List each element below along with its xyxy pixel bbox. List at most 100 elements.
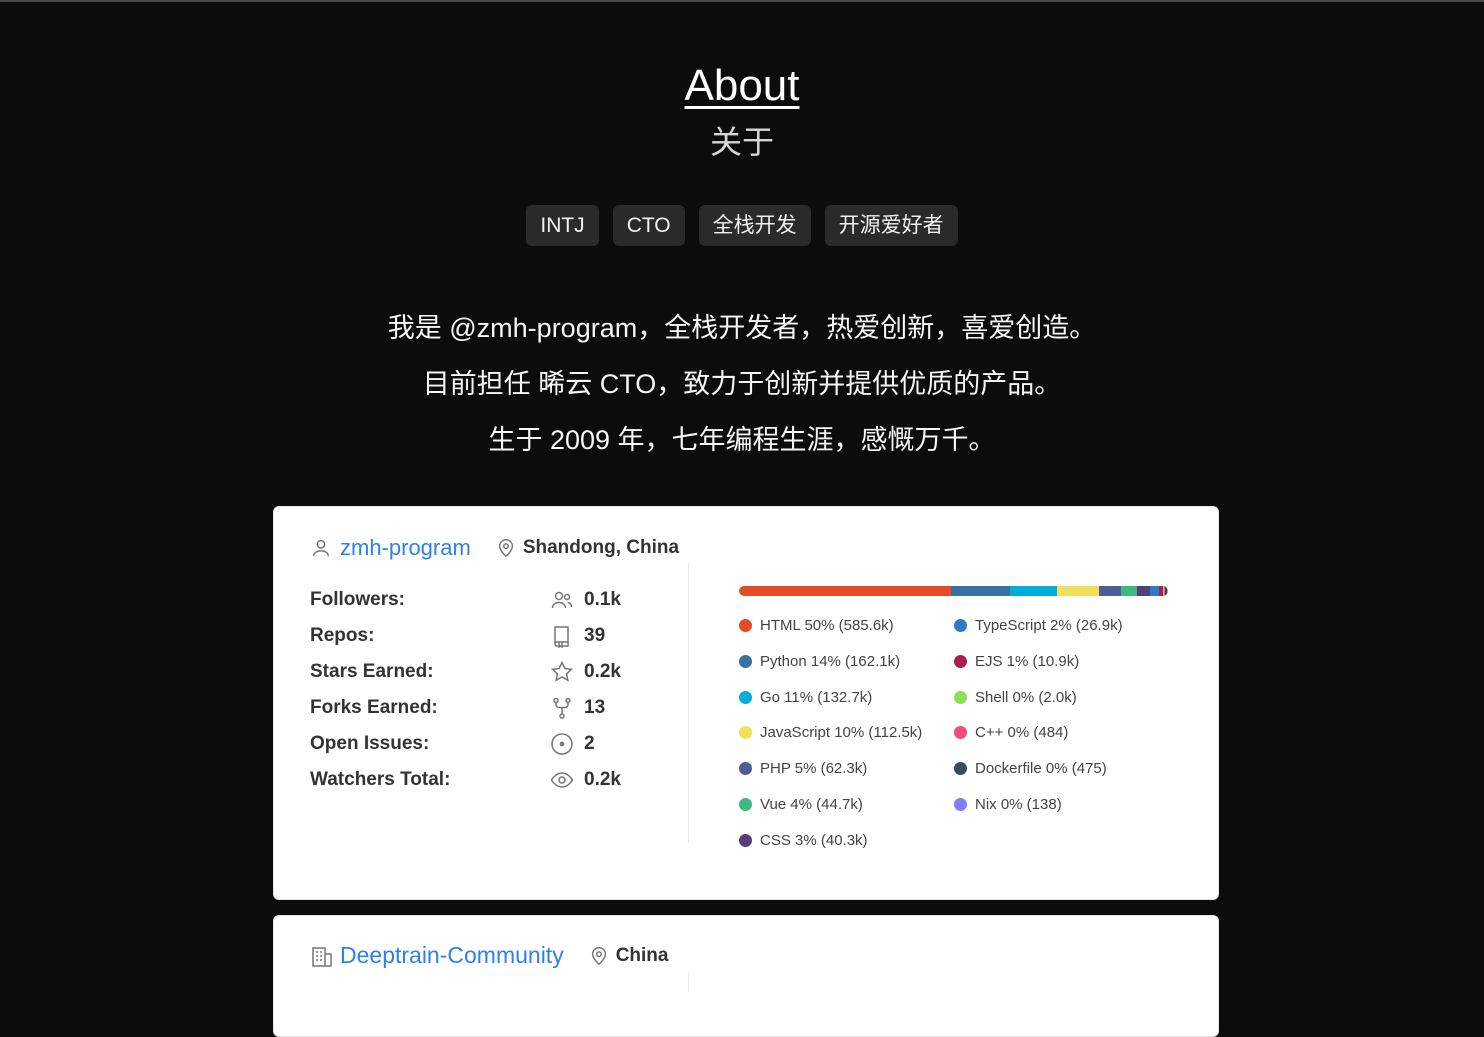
language-bar-segment (1150, 586, 1159, 596)
profile-location: Shandong, China (495, 537, 679, 559)
stat-label: Repos: (310, 625, 375, 646)
stat-value: 0.1k (584, 589, 621, 610)
intro-text: 我是 @zmh-program，全栈开发者，热爱创新，喜爱创造。 目前担任 晞云… (0, 300, 1484, 468)
profile-location-text: Shandong, China (522, 537, 680, 558)
language-legend-item: CSS 3% (40.3k) (739, 832, 868, 849)
language-label: EJS 1% (10.9k) (975, 652, 1080, 670)
github-profile-card: zmh-program Shandong, China Followers: 0… (273, 506, 1219, 900)
page-subtitle: 关于 (709, 124, 774, 160)
language-label: Shell 0% (2.0k) (975, 688, 1077, 706)
language-color-dot (739, 762, 752, 776)
language-color-dot (954, 798, 967, 811)
language-legend-item: TypeScript 2% (26.9k) (954, 617, 1123, 634)
org-location: China (588, 944, 669, 967)
language-bar-segment (1099, 586, 1121, 596)
language-color-dot (954, 619, 967, 632)
language-bar-segment (1137, 586, 1151, 596)
intro-line-2: 目前担任 晞云 CTO，致力于创新并提供优质的产品。 (422, 369, 1062, 399)
card-divider (688, 972, 689, 992)
language-label: Nix 0% (138) (975, 796, 1062, 813)
stat-value: 39 (584, 625, 606, 646)
language-color-dot (739, 833, 752, 847)
tag-cto: CTO (612, 205, 685, 246)
stat-value: 0.2k (584, 661, 621, 682)
language-label: HTML 50% (585.6k) (760, 617, 894, 634)
language-legend-item: Dockerfile 0% (475) (954, 760, 1107, 777)
stat-repos: Repos: 39 (310, 618, 670, 654)
language-color-dot (739, 654, 752, 668)
stat-label: Watchers Total: (310, 769, 451, 790)
language-legend-item: PHP 5% (62.3k) (739, 760, 867, 777)
location-pin-icon (495, 537, 517, 559)
stat-stars: Stars Earned: 0.2k (310, 654, 670, 690)
language-label: C++ 0% (484) (975, 724, 1069, 742)
stat-label: Followers: (310, 589, 406, 610)
stat-label: Forks Earned: (310, 697, 438, 718)
profile-username-link[interactable]: zmh-program (340, 535, 471, 561)
about-header: About 关于 (0, 60, 1484, 162)
stat-issues: Open Issues: 2 (310, 726, 670, 762)
language-label: CSS 3% (40.3k) (760, 831, 868, 849)
org-card: Deeptrain-Community China (273, 915, 1219, 1037)
language-label: Python 14% (162.1k) (760, 652, 901, 670)
language-legend-item: Nix 0% (138) (954, 796, 1062, 813)
stat-label: Stars Earned: (310, 661, 434, 682)
stat-value: 13 (584, 697, 606, 718)
language-bar-segment (1166, 586, 1168, 596)
intro-line-1: 我是 @zmh-program，全栈开发者，热爱创新，喜爱创造。 (387, 313, 1097, 343)
star-icon (550, 660, 574, 684)
stat-followers: Followers: 0.1k (310, 582, 670, 618)
language-legend-item: EJS 1% (10.9k) (954, 653, 1079, 670)
language-label: JavaScript 10% (112.5k) (760, 724, 923, 742)
language-legend-item: Vue 4% (44.7k) (739, 796, 863, 813)
users-icon (550, 588, 574, 612)
language-bar (739, 586, 1168, 596)
language-color-dot (954, 762, 967, 776)
stat-value: 0.2k (584, 769, 621, 790)
card-divider (688, 563, 689, 843)
language-legend-item: C++ 0% (484) (954, 724, 1068, 741)
language-color-dot (739, 690, 752, 704)
language-color-dot (954, 726, 967, 740)
tag-fullstack: 全栈开发 (698, 205, 811, 246)
stat-forks: Forks Earned: 13 (310, 690, 670, 726)
intro-line-3: 生于 2009 年，七年编程生涯，感慨万千。 (488, 425, 996, 455)
tag-intj: INTJ (526, 205, 599, 246)
language-legend-item: JavaScript 10% (112.5k) (739, 724, 922, 741)
language-legend-item: HTML 50% (585.6k) (739, 617, 894, 634)
profile-stats: Followers: 0.1k Repos: 39 Stars Earned: … (310, 582, 670, 798)
language-legend-item: Shell 0% (2.0k) (954, 689, 1077, 706)
language-bar-segment (739, 586, 951, 596)
language-color-dot (739, 619, 752, 632)
top-border (0, 0, 1484, 2)
language-color-dot (739, 798, 752, 811)
tag-opensource: 开源爱好者 (824, 205, 958, 246)
org-card-header: Deeptrain-Community China (310, 942, 668, 969)
language-label: Dockerfile 0% (475) (975, 760, 1107, 778)
language-label: Go 11% (132.7k) (760, 688, 873, 706)
repo-icon (550, 624, 574, 649)
stat-value: 2 (584, 733, 595, 754)
stat-watchers: Watchers Total: 0.2k (310, 762, 670, 798)
language-color-dot (954, 690, 967, 704)
org-name-link[interactable]: Deeptrain-Community (340, 942, 564, 969)
stat-label: Open Issues: (310, 733, 430, 754)
language-bar-segment (1120, 586, 1138, 596)
language-legend-item: Go 11% (132.7k) (739, 689, 872, 706)
page-title[interactable]: About (685, 60, 800, 112)
language-label: PHP 5% (62.3k) (760, 760, 868, 778)
language-label: Vue 4% (44.7k) (760, 796, 863, 813)
org-location-text: China (615, 944, 669, 966)
fork-icon (550, 696, 574, 720)
language-color-dot (739, 726, 752, 740)
language-label: TypeScript 2% (26.9k) (975, 617, 1123, 634)
language-legend-item: Python 14% (162.1k) (739, 653, 900, 670)
building-icon (310, 945, 332, 967)
language-bar-segment (1056, 586, 1100, 596)
user-icon (310, 537, 332, 559)
eye-icon (550, 768, 574, 792)
language-bar-segment (1010, 586, 1057, 596)
profile-card-header: zmh-program Shandong, China (310, 535, 679, 561)
language-bar-segment (950, 586, 1011, 596)
location-pin-icon (588, 945, 610, 967)
